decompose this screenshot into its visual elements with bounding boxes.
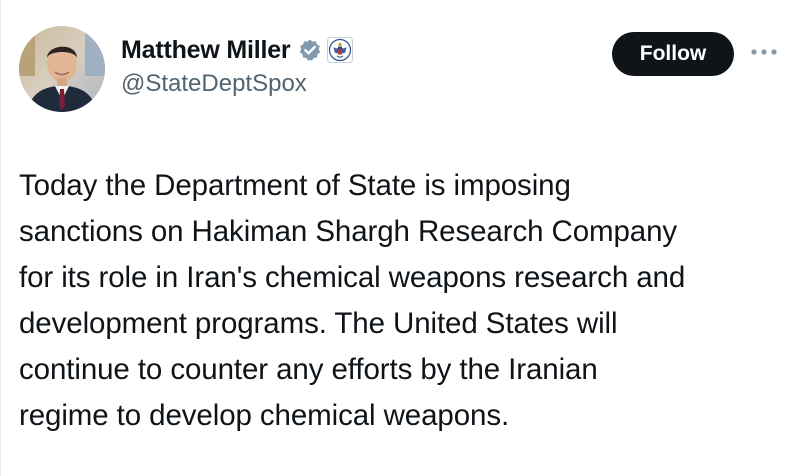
tweet-header: Matthew Miller @StateDeptSpox Follow (15, 26, 786, 116)
more-options-icon[interactable] (746, 40, 782, 64)
author-info: Matthew Miller @StateDeptSpox (121, 34, 354, 98)
follow-button[interactable]: Follow (612, 32, 734, 76)
state-department-seal-icon[interactable] (327, 37, 354, 63)
name-row: Matthew Miller (121, 34, 354, 66)
verified-badge-icon[interactable] (298, 38, 322, 62)
tweet-card: Matthew Miller @StateDeptSpox Follow Tod… (0, 0, 800, 476)
tweet-text: Today the Department of State is imposin… (19, 169, 686, 432)
avatar[interactable] (19, 26, 105, 112)
author-handle[interactable]: @StateDeptSpox (121, 70, 353, 98)
display-name[interactable]: Matthew Miller (121, 36, 291, 65)
